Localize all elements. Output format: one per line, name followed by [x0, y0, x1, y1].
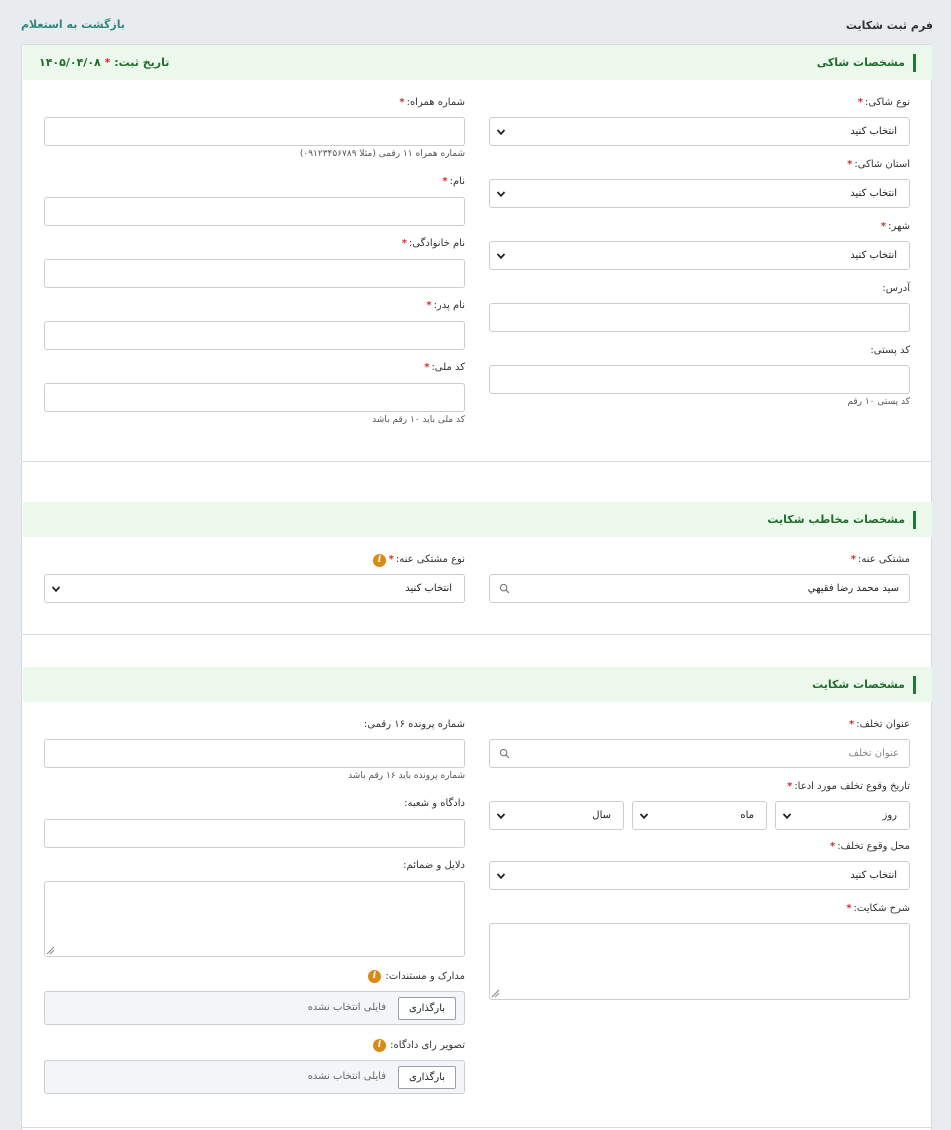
top-bar: فرم ثبت شکایت بازگشت به استعلام [0, 0, 951, 44]
mobile-input[interactable] [44, 117, 465, 146]
violation-date-label: تاریخ وقوع تخلف مورد ادعا:* [787, 781, 910, 792]
chevron-down-icon [496, 253, 506, 260]
section-accent-bar [913, 511, 916, 529]
province-label: استان شاکی:* [847, 159, 910, 170]
court-branch-label: دادگاه و شعبه: [404, 798, 465, 809]
select-value: سال [592, 810, 611, 821]
upload-button[interactable]: بارگذاری [398, 1066, 456, 1089]
chevron-down-icon [639, 813, 649, 820]
documents-file-upload[interactable]: بارگذاری فایلی انتخاب نشده [44, 991, 465, 1025]
court-ruling-file-upload[interactable]: بارگذاری فایلی انتخاب نشده [44, 1060, 465, 1094]
last-name-label: نام خانوادگی:* [401, 238, 465, 249]
case-number-label: شماره پرونده ۱۶ رقمی: [363, 719, 465, 730]
address-input[interactable] [489, 303, 910, 332]
reasons-textarea[interactable] [44, 881, 465, 957]
upload-button[interactable]: بارگذاری [398, 997, 456, 1020]
resize-grip-icon[interactable] [491, 989, 500, 998]
violation-place-label: محل وقوع تخلف:* [830, 841, 910, 852]
address-label: آدرس: [882, 283, 910, 294]
info-icon[interactable]: i [373, 554, 386, 567]
documents-label: مدارک و مستندات: [385, 971, 465, 982]
info-icon[interactable]: i [373, 1039, 386, 1052]
postal-code-input[interactable] [489, 365, 910, 394]
first-name-label: نام:* [442, 176, 465, 187]
city-label: شهر:* [880, 221, 910, 232]
violation-title-placeholder: عنوان تخلف [848, 748, 899, 759]
defendant-type-select[interactable]: انتخاب کنید [44, 574, 465, 603]
section-divider [22, 1127, 931, 1128]
complaint-form-card: مشخصات شاکی تاریخ ثبت: * ۱۴۰۵/۰۴/۰۸ نوع … [21, 44, 932, 1130]
mobile-label: شماره همراه:* [399, 97, 465, 108]
description-textarea[interactable] [489, 923, 910, 1000]
section-title: مشخصات مخاطب شکایت [767, 513, 905, 526]
chevron-down-icon [496, 873, 506, 880]
defendant-search-input[interactable]: سید محمد رضا فقیهي [489, 574, 910, 603]
mobile-help: شماره همراه ۱۱ رقمی (مثلا ۰۹۱۲۳۴۵۶۷۸۹) [299, 149, 465, 159]
defendant-label: مشتکی عنه:* [850, 554, 910, 565]
violation-year-select[interactable]: سال [489, 801, 624, 830]
postal-code-label: کد پستی: [870, 345, 910, 356]
court-branch-input[interactable] [44, 819, 465, 848]
violation-title-label: عنوان تخلف:* [849, 719, 910, 730]
chevron-down-icon [496, 129, 506, 136]
chevron-down-icon [51, 586, 61, 593]
search-icon [499, 748, 510, 759]
section-header-defendant: مشخصات مخاطب شکایت [23, 502, 932, 537]
father-name-label: نام پدر:* [426, 300, 465, 311]
postal-code-help: کد پستی ۱۰ رقم [847, 397, 910, 407]
section-header-complaint: مشخصات شکایت [23, 667, 932, 702]
select-value: انتخاب کنید [850, 126, 897, 137]
complainant-type-select[interactable]: انتخاب کنید [489, 117, 910, 146]
city-select[interactable]: انتخاب کنید [489, 241, 910, 270]
violation-place-select[interactable]: انتخاب کنید [489, 861, 910, 890]
select-value: انتخاب کنید [405, 583, 452, 594]
father-name-input[interactable] [44, 321, 465, 350]
section-header-complainant: مشخصات شاکی تاریخ ثبت: * ۱۴۰۵/۰۴/۰۸ [23, 45, 932, 80]
info-icon[interactable]: i [368, 970, 381, 983]
registration-date: تاریخ ثبت: * ۱۴۰۵/۰۴/۰۸ [39, 56, 169, 69]
back-to-inquiry-link[interactable]: بازگشت به استعلام [21, 18, 125, 31]
defendant-type-label: نوع مشتکی عنه:* [388, 554, 465, 565]
registration-date-label: تاریخ ثبت: [114, 56, 170, 69]
violation-title-search-input[interactable]: عنوان تخلف [489, 739, 910, 768]
case-number-help: شماره پرونده باید ۱۶ رقم باشد [348, 771, 465, 781]
complainant-type-label: نوع شاکی:* [857, 97, 910, 108]
chevron-down-icon [782, 813, 792, 820]
section-divider [22, 461, 931, 462]
select-value: روز [882, 810, 898, 821]
defendant-value: سید محمد رضا فقیهي [807, 583, 899, 594]
last-name-input[interactable] [44, 259, 465, 288]
resize-grip-icon[interactable] [46, 946, 55, 955]
page-title: فرم ثبت شکایت [845, 19, 933, 32]
province-select[interactable]: انتخاب کنید [489, 179, 910, 208]
registration-date-value: ۱۴۰۵/۰۴/۰۸ [39, 56, 101, 69]
section-title: مشخصات شکایت [812, 678, 905, 691]
select-value: انتخاب کنید [850, 250, 897, 261]
first-name-input[interactable] [44, 197, 465, 226]
section-accent-bar [913, 676, 916, 694]
search-icon [499, 583, 510, 594]
national-code-help: کد ملی باید ۱۰ رقم باشد [372, 415, 465, 425]
national-code-label: کد ملی:* [424, 362, 465, 373]
description-label: شرح شکایت:* [846, 903, 910, 914]
chevron-down-icon [496, 813, 506, 820]
violation-day-select[interactable]: روز [775, 801, 910, 830]
no-file-status: فایلی انتخاب نشده [307, 1071, 386, 1082]
case-number-input[interactable] [44, 739, 465, 768]
section-accent-bar [913, 54, 916, 72]
violation-month-select[interactable]: ماه [632, 801, 767, 830]
select-value: ماه [740, 810, 754, 821]
no-file-status: فایلی انتخاب نشده [307, 1002, 386, 1013]
section-title: مشخصات شاکی [816, 56, 905, 69]
select-value: انتخاب کنید [850, 870, 897, 881]
national-code-input[interactable] [44, 383, 465, 412]
court-ruling-label: تصویر رای دادگاه: [390, 1040, 465, 1051]
required-mark: * [104, 56, 111, 69]
chevron-down-icon [496, 191, 506, 198]
section-divider [22, 634, 931, 635]
select-value: انتخاب کنید [850, 188, 897, 199]
reasons-label: دلایل و ضمائم: [403, 860, 465, 871]
